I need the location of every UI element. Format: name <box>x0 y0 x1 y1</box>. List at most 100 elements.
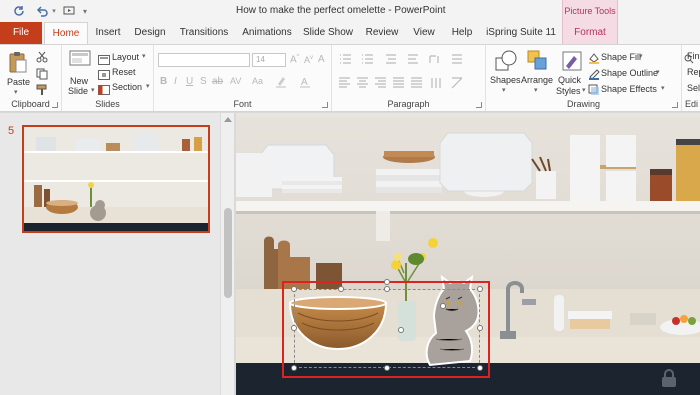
layout-button[interactable]: Layout <box>112 52 139 62</box>
document-title: How to make the perfect omelette - Power… <box>236 5 446 16</box>
italic-icon[interactable]: I <box>174 76 177 87</box>
paragraph-alignment-icons[interactable] <box>338 76 478 90</box>
clear-formatting-icon[interactable]: A <box>318 54 325 65</box>
resize-handle-tr[interactable] <box>477 286 483 292</box>
clipboard-launcher-icon[interactable] <box>52 102 58 108</box>
slide-canvas[interactable] <box>236 113 700 395</box>
customize-icon[interactable]: ▾ <box>80 3 90 19</box>
resize-handle-bl[interactable] <box>291 365 297 371</box>
editing-group-label: Edi <box>685 99 699 109</box>
font-color-icon[interactable]: A <box>298 75 312 94</box>
resize-handle-b[interactable] <box>384 365 390 371</box>
rotation-handle[interactable] <box>384 279 390 285</box>
tab-transitions[interactable]: Transitions <box>172 22 236 44</box>
tab-slide-show[interactable]: Slide Show <box>298 22 358 44</box>
arrange-icon[interactable] <box>526 49 550 78</box>
undo-dropdown-icon[interactable]: ▾ <box>50 3 58 19</box>
bowl-handle-top[interactable] <box>338 286 344 292</box>
shadow-icon[interactable]: S <box>200 76 207 87</box>
undo-icon[interactable] <box>34 3 50 19</box>
drawing-group: Shapes ▾ Arrange ▾ Quick Styles ▾ Shape … <box>486 45 682 111</box>
tab-design[interactable]: Design <box>128 22 172 44</box>
shape-outline-button[interactable]: Shape Outline <box>601 68 658 78</box>
slide-thumbnail-image <box>24 127 208 231</box>
drawing-group-label: Drawing <box>566 99 600 109</box>
tab-ispring-suite[interactable]: iSpring Suite 11 <box>482 22 560 44</box>
quick-styles-dropdown-icon[interactable]: ▾ <box>582 86 586 94</box>
decrease-font-size-icon[interactable]: Av <box>304 55 313 65</box>
paragraph-group-label: Paragraph <box>387 99 430 109</box>
shapes-icon[interactable] <box>494 49 518 78</box>
tab-format[interactable]: Format <box>562 22 618 44</box>
cat-handle-top[interactable] <box>440 303 446 309</box>
resize-handle-t[interactable] <box>384 286 390 292</box>
quick-styles-label-2[interactable]: Styles <box>556 86 581 96</box>
new-slide-dropdown-icon[interactable]: ▾ <box>91 86 95 94</box>
change-case-icon[interactable]: Aa <box>252 76 263 86</box>
paste-dropdown-icon[interactable]: ▾ <box>14 88 18 96</box>
resize-handle-br[interactable] <box>477 365 483 371</box>
new-slide-label-2[interactable]: Slide <box>68 86 88 96</box>
slide-thumbnail-5[interactable] <box>22 125 210 233</box>
strikethrough-icon[interactable]: ab <box>212 76 223 87</box>
highlight-icon[interactable] <box>274 75 288 94</box>
underline-icon[interactable]: U <box>186 76 193 87</box>
slide-thumbnail-pane: 5 <box>0 113 220 395</box>
scrollbar-thumb[interactable] <box>224 208 232 298</box>
tab-view[interactable]: View <box>406 22 442 44</box>
thumbnail-scrollbar[interactable] <box>220 113 234 395</box>
autosave-icon[interactable] <box>12 3 26 19</box>
shape-outline-dropdown-icon[interactable]: ▾ <box>656 68 660 76</box>
powerpoint-window: ▾ ▾ How to make the perfect omelette - P… <box>0 0 700 395</box>
resize-handle-r[interactable] <box>477 325 483 331</box>
quick-styles-icon[interactable] <box>560 49 584 78</box>
resize-handle-l[interactable] <box>291 325 297 331</box>
slides-group: New Slide ▾ Layout ▾ Reset Section ▾ Sli… <box>62 45 154 111</box>
font-launcher-icon[interactable] <box>322 102 328 108</box>
picture-tools-label: Picture Tools <box>562 0 618 22</box>
bold-icon[interactable]: B <box>160 76 167 87</box>
drawing-launcher-icon[interactable] <box>672 102 678 108</box>
paragraph-launcher-icon[interactable] <box>476 102 482 108</box>
shape-effects-button[interactable]: Shape Effects <box>601 84 657 94</box>
shapes-dropdown-icon[interactable]: ▾ <box>502 86 506 94</box>
find-button[interactable]: Fin <box>687 51 700 61</box>
replace-button[interactable]: Rep <box>687 67 700 77</box>
tab-file[interactable]: File <box>0 22 42 44</box>
shapes-button[interactable]: Shapes <box>490 75 521 85</box>
shape-effects-dropdown-icon[interactable]: ▾ <box>661 84 665 92</box>
cat-handle-left[interactable] <box>398 327 404 333</box>
quick-styles-label-1[interactable]: Quick <box>558 75 581 85</box>
new-slide-label-1[interactable]: New <box>70 76 88 86</box>
font-size-box[interactable]: 14 <box>252 53 286 67</box>
arrange-dropdown-icon[interactable]: ▾ <box>534 86 538 94</box>
layout-dropdown-icon[interactable]: ▾ <box>142 52 146 60</box>
select-button[interactable]: Sel <box>687 83 700 93</box>
scroll-up-icon[interactable] <box>224 117 232 122</box>
increase-font-size-icon[interactable]: A^ <box>290 54 300 65</box>
new-slide-icon[interactable] <box>69 50 91 75</box>
tab-animations[interactable]: Animations <box>236 22 298 44</box>
cut-icon[interactable] <box>36 50 48 68</box>
arrange-button[interactable]: Arrange <box>521 75 553 85</box>
tab-review[interactable]: Review <box>358 22 406 44</box>
section-button[interactable]: Section <box>112 82 142 92</box>
reset-button[interactable]: Reset <box>112 67 136 77</box>
paragraph-group: Paragraph <box>332 45 486 111</box>
title-bar: ▾ ▾ How to make the perfect omelette - P… <box>0 0 700 22</box>
paste-icon[interactable] <box>8 50 28 79</box>
section-icon[interactable] <box>98 82 110 100</box>
tab-home[interactable]: Home <box>44 22 88 45</box>
section-dropdown-icon[interactable]: ▾ <box>146 82 150 90</box>
shape-fill-dropdown-icon[interactable]: ▾ <box>639 52 643 60</box>
character-spacing-icon[interactable]: AV <box>230 76 241 86</box>
paragraph-top-row-icons[interactable] <box>338 52 478 66</box>
resize-handle-tl[interactable] <box>291 286 297 292</box>
picture-bounding-box <box>294 289 480 368</box>
font-name-box[interactable] <box>158 53 250 67</box>
tab-help[interactable]: Help <box>442 22 482 44</box>
start-from-beginning-icon[interactable] <box>62 3 76 19</box>
paste-button-label[interactable]: Paste <box>7 77 30 87</box>
shape-fill-button[interactable]: Shape Fill <box>601 52 641 62</box>
tab-insert[interactable]: Insert <box>88 22 128 44</box>
